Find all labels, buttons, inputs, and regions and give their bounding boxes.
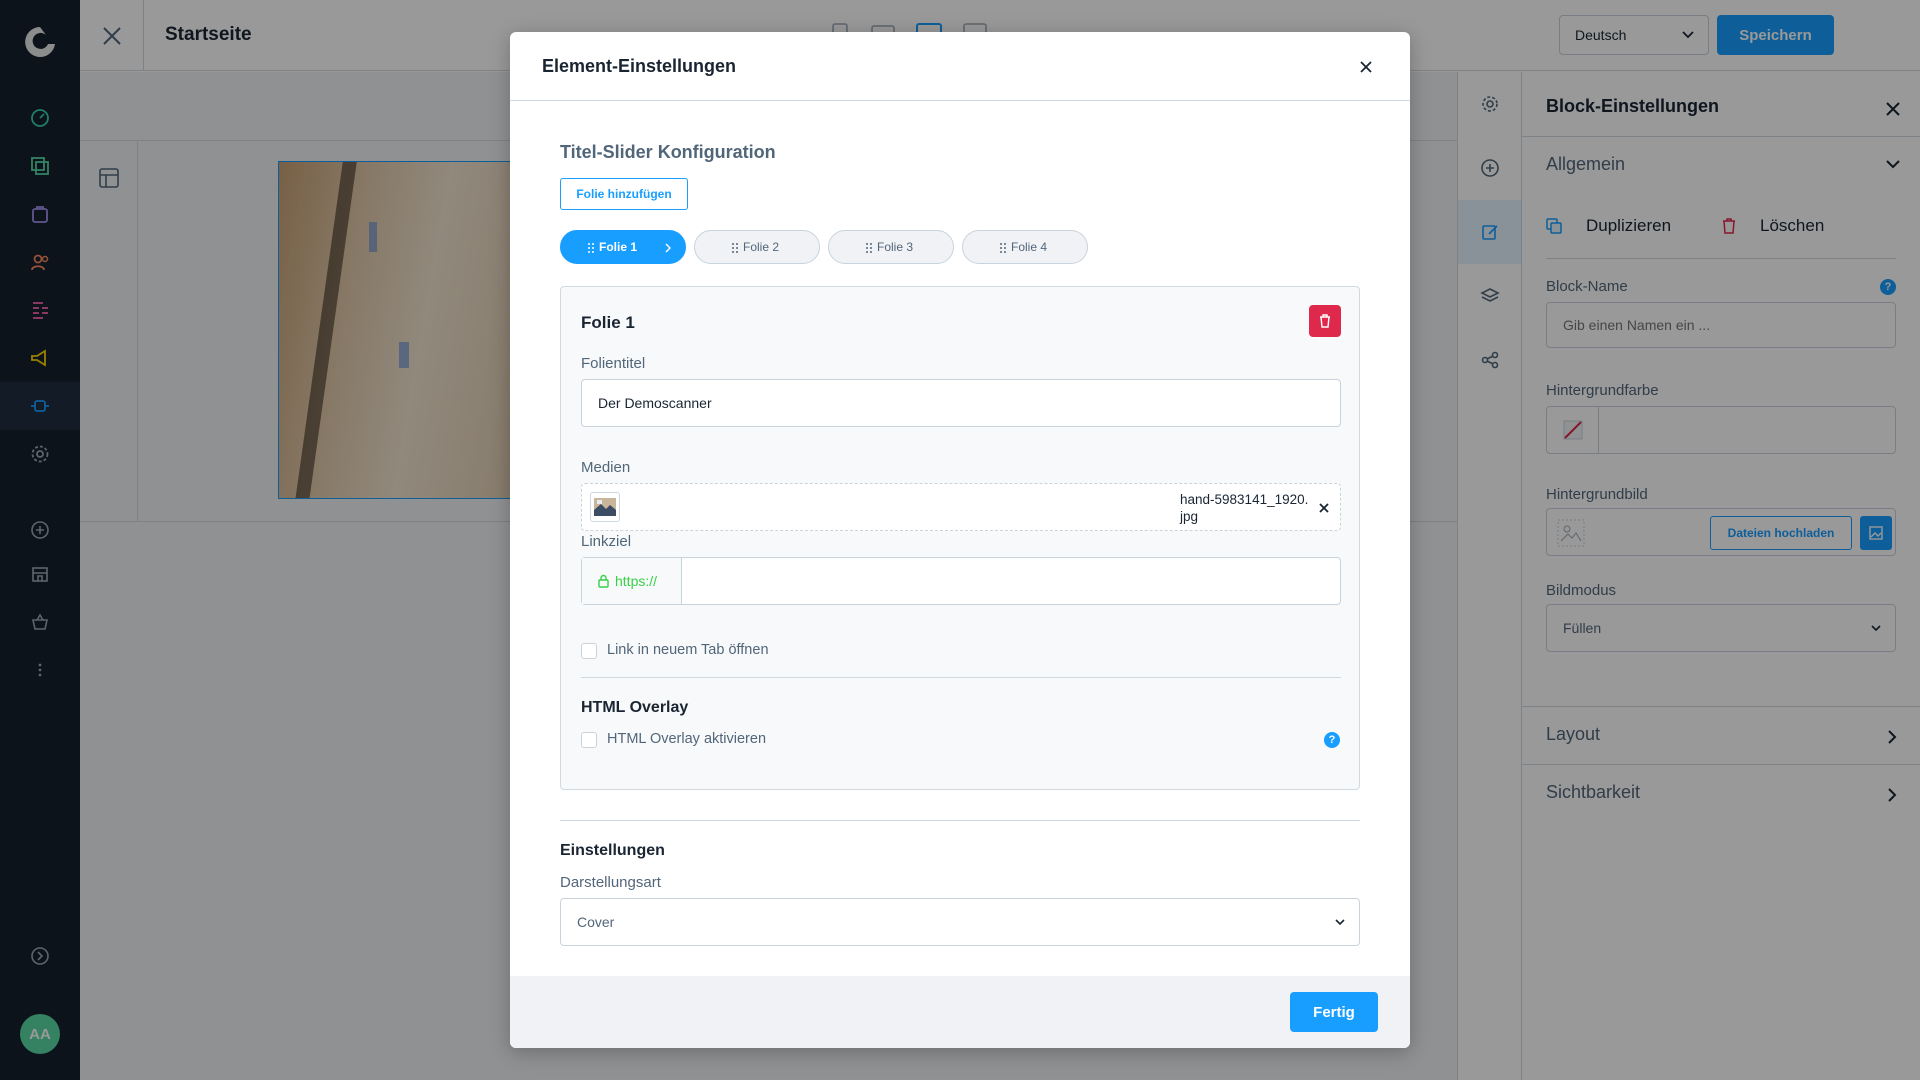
new-tab-checkbox[interactable] (581, 643, 597, 659)
slide-title-input[interactable]: Der Demoscanner (581, 379, 1341, 427)
modal-footer: Fertig (510, 976, 1410, 1048)
display-mode-label: Darstellungsart (560, 874, 661, 891)
html-overlay-heading: HTML Overlay (581, 699, 689, 716)
link-target-field[interactable]: https:// (581, 557, 1341, 605)
settings-heading: Einstellungen (560, 842, 665, 859)
drag-handle-icon (732, 243, 738, 253)
add-slide-button[interactable]: Folie hinzufügen (560, 178, 688, 210)
slide-heading: Folie 1 (581, 313, 635, 332)
tab-slide-3[interactable]: Folie 3 (828, 230, 954, 264)
link-protocol-prefix[interactable]: https:// (582, 558, 682, 604)
section-title: Titel-Slider Konfiguration (560, 142, 776, 162)
media-field[interactable]: hand-5983141_1920.jpg (581, 483, 1341, 531)
help-icon[interactable]: ? (1324, 732, 1340, 748)
drag-handle-icon (1000, 243, 1006, 253)
html-overlay-label: HTML Overlay aktivieren (607, 731, 767, 747)
delete-slide-button[interactable] (1309, 305, 1341, 337)
slide-title-label: Folientitel (581, 355, 646, 372)
tab-slide-2[interactable]: Folie 2 (694, 230, 820, 264)
done-button[interactable]: Fertig (1290, 992, 1378, 1032)
drag-handle-icon (588, 243, 594, 253)
chevron-right-icon (665, 243, 671, 253)
drag-handle-icon (866, 243, 872, 253)
trash-icon (1320, 314, 1330, 328)
media-filename: hand-5983141_1920.jpg (1180, 492, 1309, 524)
media-label: Medien (581, 459, 631, 476)
tab-slide-4[interactable]: Folie 4 (962, 230, 1088, 264)
modal-title: Element-Einstellungen (542, 56, 737, 76)
close-icon[interactable] (1360, 61, 1372, 73)
image-thumbnail-icon (594, 498, 616, 516)
display-mode-select[interactable]: Cover (560, 898, 1360, 946)
lock-icon (598, 574, 609, 588)
slide-card: Folie 1 Folientitel Der Demoscanner Medi… (560, 286, 1360, 790)
html-overlay-checkbox[interactable] (581, 732, 597, 748)
new-tab-label: Link in neuem Tab öffnen (607, 642, 769, 658)
tab-slide-1[interactable]: Folie 1 (560, 230, 686, 264)
media-thumbnail (590, 492, 620, 522)
chevron-down-icon (1335, 919, 1345, 926)
element-settings-modal: Element-Einstellungen Titel-Slider Konfi… (510, 32, 1410, 1048)
remove-media-icon[interactable] (1319, 503, 1329, 513)
link-target-label: Linkziel (581, 533, 632, 550)
modal-header: Element-Einstellungen (510, 32, 1410, 101)
